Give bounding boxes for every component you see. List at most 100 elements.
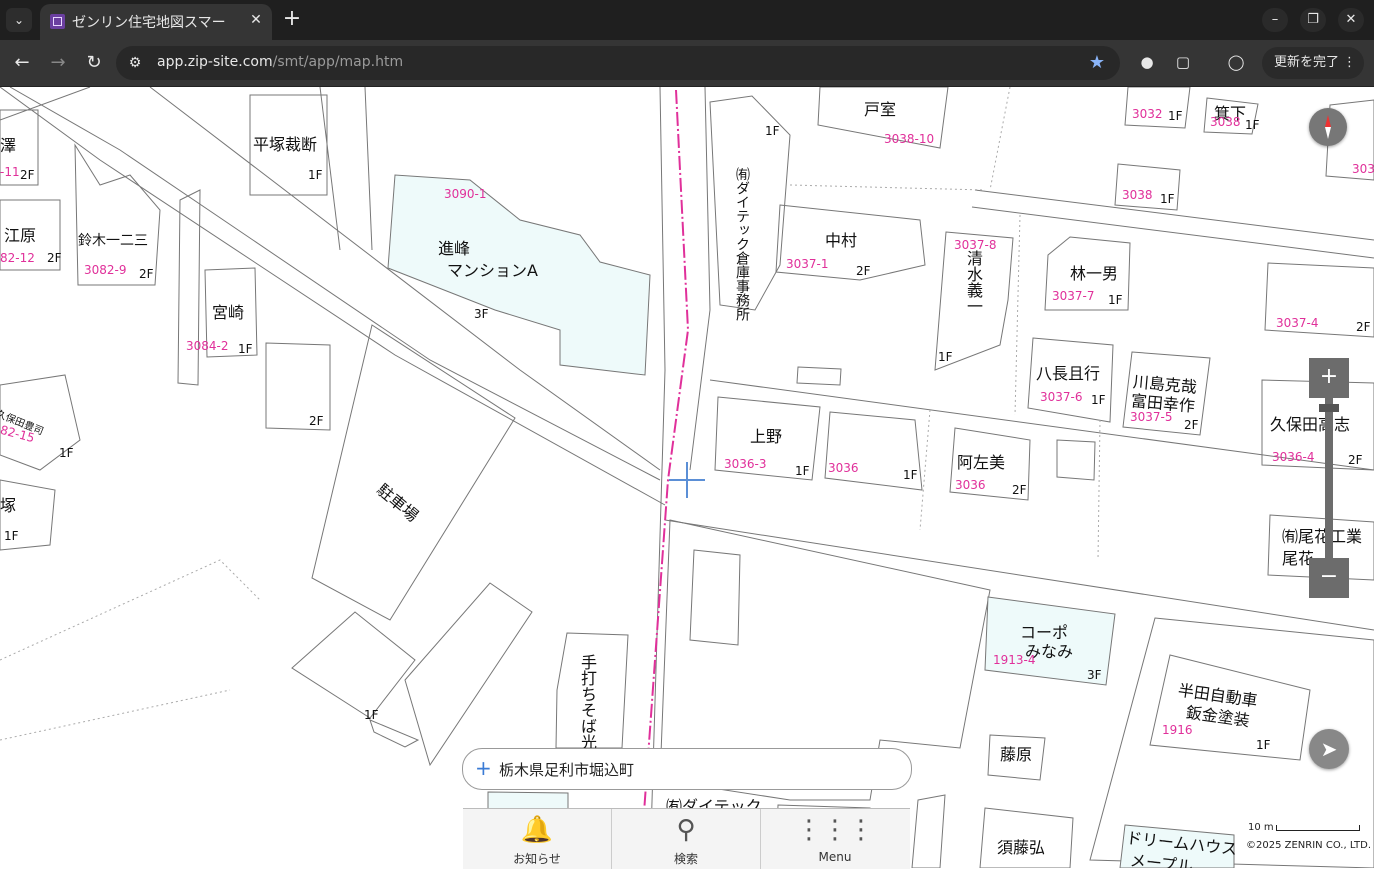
zoom-in-button[interactable]: + (1309, 358, 1349, 398)
floor-marker: 2F (1012, 483, 1027, 497)
search-label: 検索 (673, 852, 698, 866)
parcel-number: 3038-10 (884, 132, 935, 146)
map-label: 藤原 (1000, 745, 1033, 764)
floor-marker: 1F (1256, 738, 1271, 752)
parcel-number: 3032 (1132, 107, 1163, 121)
compass-icon[interactable] (1309, 108, 1347, 146)
floor-marker: 1F (308, 168, 323, 182)
map-label: ㈲ダイテック倉庫事務所 (734, 167, 750, 321)
parcel-number: 3037-5 (1130, 410, 1173, 424)
site-info-icon[interactable]: ⚙ (126, 54, 144, 72)
parcel-number: 3036-4 (1272, 450, 1315, 464)
parcel-number: 3037-8 (954, 238, 997, 252)
location-arrow-icon[interactable]: ➤ (1309, 729, 1349, 769)
floor-marker: 2F (47, 251, 62, 265)
map-label: 進峰 (438, 239, 471, 258)
bell-icon: 🔔 (520, 815, 554, 845)
copyright: ©2025 ZENRIN CO., LTD. (1246, 840, 1371, 851)
restore-icon[interactable]: ❐ (1300, 8, 1326, 32)
floor-marker: 2F (1184, 418, 1199, 432)
parcel-number: 3036 (828, 461, 859, 475)
tab-strip: ⌄ ゼンリン住宅地図スマー ✕ + – ❐ ✕ (0, 0, 1374, 40)
map-label: 宮崎 (212, 303, 245, 322)
scale-bar (1276, 825, 1360, 831)
floor-marker: 1F (4, 529, 19, 543)
current-address[interactable]: + 栃木県足利市堀込町 (462, 748, 912, 790)
zoom-slider-thumb[interactable] (1319, 404, 1339, 412)
reload-icon[interactable]: ↻ (81, 50, 107, 76)
parcel-number: 1913-4 (993, 653, 1036, 667)
floor-marker: 1F (795, 464, 810, 478)
map-label: 上野 (750, 427, 783, 446)
map-label: ㈲尾花工業 (1282, 527, 1363, 546)
parcel-number: 303 (1352, 162, 1374, 176)
floor-marker: 2F (1348, 453, 1363, 467)
address-text: 栃木県足利市堀込町 (499, 761, 635, 779)
map-label: 平塚裁断 (253, 135, 318, 154)
extension-icon[interactable]: ▢ (1171, 50, 1195, 74)
zoom-out-button[interactable]: − (1309, 558, 1349, 598)
map-label: 須藤弘 (997, 838, 1046, 857)
floor-marker: 1F (238, 342, 253, 356)
favicon-icon (50, 14, 65, 29)
floor-marker: 3F (1087, 668, 1102, 682)
map-label: 中村 (825, 231, 858, 250)
map-label: 清水義一 (964, 250, 983, 314)
map-label: 江原 (4, 226, 37, 245)
search-button[interactable]: ⚲ 検索 (612, 809, 761, 869)
parcel-number: 3090-1 (444, 187, 487, 201)
back-icon[interactable]: ← (9, 50, 35, 76)
floor-marker: 2F (1356, 320, 1371, 334)
parcel-number: 3037-7 (1052, 289, 1095, 303)
address-bar[interactable]: ⚙ app.zip-site.com/smt/app/map.htm ★ (116, 46, 1120, 80)
close-icon[interactable]: ✕ (246, 10, 266, 30)
bottom-menu: 🔔 お知らせ ⚲ 検索 ⋮⋮⋮ Menu (463, 808, 910, 869)
minimize-icon[interactable]: – (1262, 8, 1288, 32)
map-label: 戸室 (864, 100, 897, 119)
url-text[interactable]: app.zip-site.com/smt/app/map.htm (157, 54, 403, 70)
scale-label: 10 m (1248, 822, 1274, 833)
parcel-number: 3037-1 (786, 257, 829, 271)
floor-marker: 1F (903, 468, 918, 482)
menu-button[interactable]: ⋮⋮⋮ Menu (761, 809, 909, 869)
floor-marker: 1F (59, 446, 74, 460)
incognito-extension-icon[interactable]: ● (1135, 50, 1159, 74)
star-icon[interactable]: ★ (1086, 52, 1108, 74)
parcel-number: 3038 (1210, 115, 1241, 129)
floor-marker: 1F (364, 708, 379, 722)
window-close-icon[interactable]: ✕ (1338, 8, 1364, 32)
notifications-button[interactable]: 🔔 お知らせ (463, 809, 612, 869)
parcel-number: 1916 (1162, 723, 1193, 737)
parcel-number: 3037-6 (1040, 390, 1083, 404)
crosshair (686, 462, 688, 498)
parcel-number: 3084-2 (186, 339, 229, 353)
parcel-number: 3036-3 (724, 457, 767, 471)
browser-tab[interactable]: ゼンリン住宅地図スマー ✕ (40, 4, 272, 40)
floor-marker: 1F (1091, 393, 1106, 407)
profile-icon[interactable]: ◯ (1224, 50, 1248, 74)
menu-label: Menu (818, 850, 852, 864)
parcel-number: 3038 (1122, 188, 1153, 202)
update-button[interactable]: 更新を完了 ⋮ (1262, 47, 1364, 79)
plus-icon[interactable]: + (280, 8, 304, 32)
floor-marker: 2F (20, 168, 35, 182)
zoom-slider[interactable] (1325, 398, 1333, 558)
floor-marker: 2F (856, 264, 871, 278)
map-label: 阿左美 (957, 453, 1006, 472)
forward-icon[interactable]: → (45, 50, 71, 76)
notifications-label: お知らせ (513, 852, 561, 866)
parcel-number: -11 (0, 165, 20, 179)
floor-marker: 1F (938, 350, 953, 364)
map-label: 八長且行 (1036, 364, 1101, 383)
map-label: 鈴木一二三 (78, 233, 148, 249)
parcel-number: 3037-4 (1276, 316, 1319, 330)
floor-marker: 2F (139, 267, 154, 281)
parcel-number: 3036 (955, 478, 986, 492)
tab-dropdown-icon[interactable]: ⌄ (6, 8, 32, 32)
map-label: 手打ちそば光庵 (578, 654, 597, 766)
search-icon: ⚲ (676, 815, 696, 845)
tab-title: ゼンリン住宅地図スマー (72, 15, 226, 31)
map-label: 塚 (0, 496, 17, 515)
menu-icon: ⋮ (1343, 55, 1356, 70)
map-label: 澤 (0, 136, 17, 155)
